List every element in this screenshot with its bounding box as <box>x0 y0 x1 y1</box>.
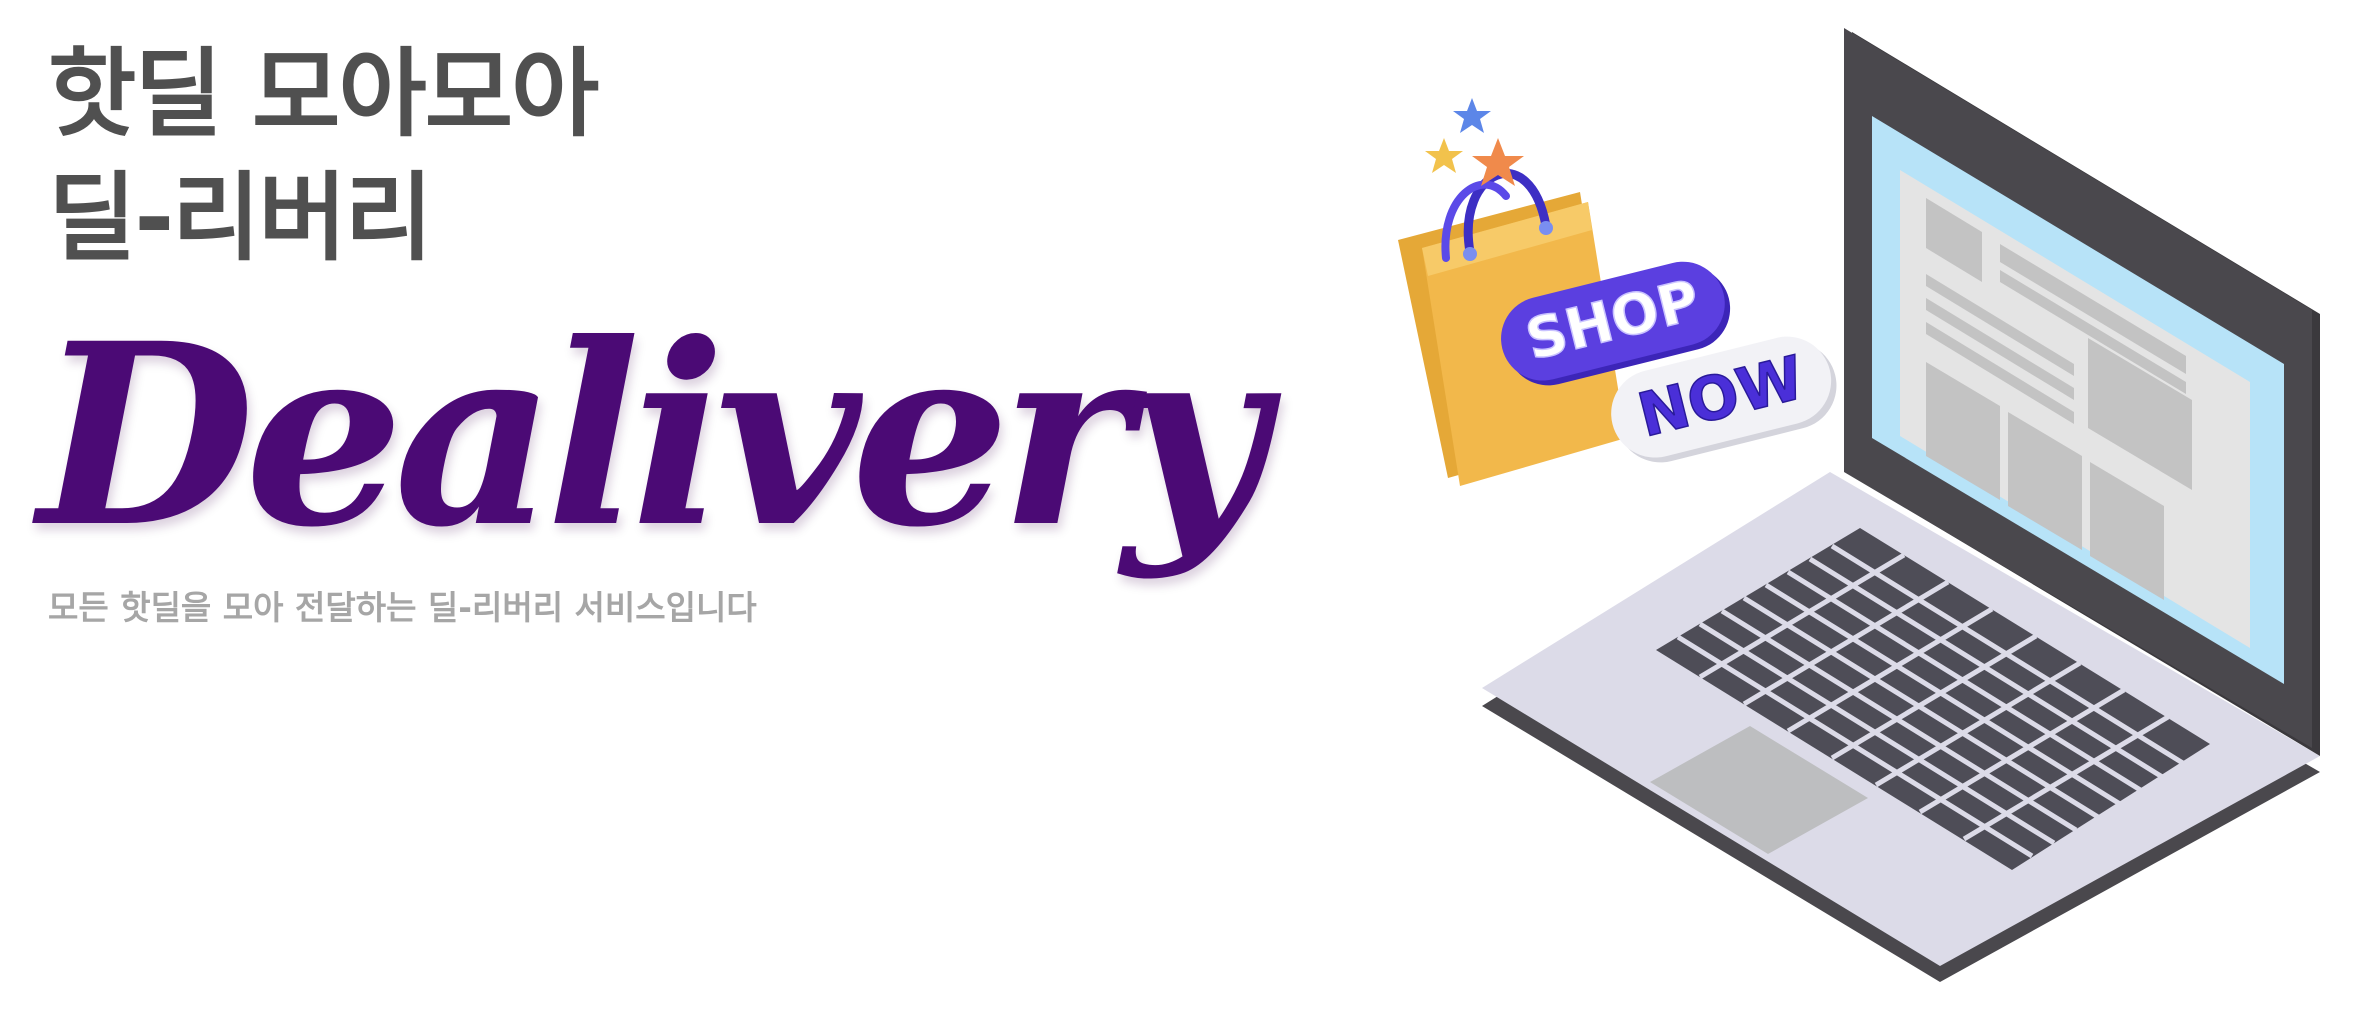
hero-tagline: 모든 핫딜을 모아 전달하는 딜-리버리 서비스입니다 <box>48 588 757 627</box>
shopping-illustration: SHOP NOW <box>1360 20 2366 1014</box>
headline-line-2: 딜-리버리 <box>48 162 433 274</box>
headline-line-1: 핫딜 모아모아 <box>48 38 599 150</box>
laptop-icon <box>1482 28 2320 982</box>
star-icon <box>1425 98 1524 186</box>
hero-headline: 핫딜 모아모아 딜-리버리 <box>48 32 599 280</box>
hero-banner: 핫딜 모아모아 딜-리버리 Dealivery 모든 핫딜을 모아 전달하는 딜… <box>0 0 2366 1014</box>
brand-logo-text: Dealivery <box>38 288 1267 582</box>
